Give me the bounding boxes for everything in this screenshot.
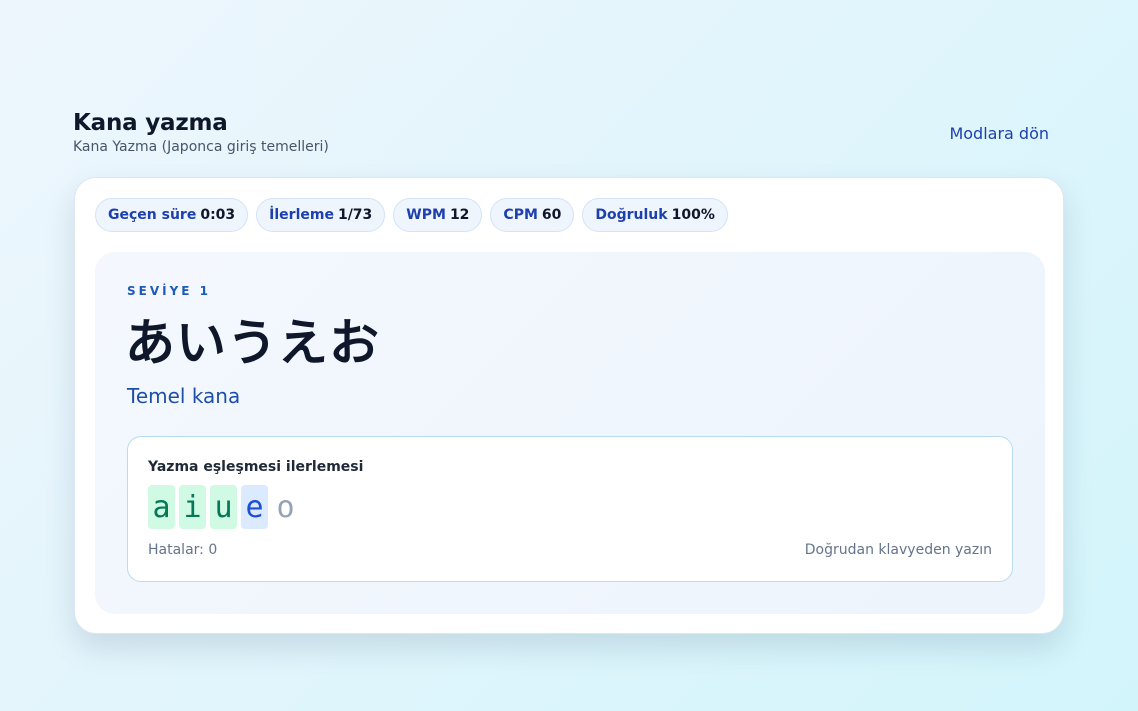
romaji-letter: u [210, 485, 237, 529]
stat-value: 0:03 [200, 207, 236, 223]
stat-progress: İlerleme 1/73 [256, 198, 386, 232]
kana-description: Temel kana [127, 384, 241, 408]
stat-cpm: CPM 60 [490, 198, 575, 232]
page-header: Kana yazma Kana Yazma (Japonca giriş tem… [73, 110, 1064, 162]
stat-label: İlerleme [269, 207, 334, 223]
stat-accuracy: Doğruluk 100% [582, 198, 728, 232]
stat-label: CPM [503, 207, 538, 223]
stat-value: 1/73 [337, 207, 373, 223]
page-title: Kana yazma [73, 110, 228, 136]
typing-progress-title: Yazma eşleşmesi ilerlemesi [148, 459, 364, 475]
page-subtitle: Kana Yazma (Japonca giriş temelleri) [73, 139, 329, 155]
stat-label: Geçen süre [108, 207, 197, 223]
romaji-letter-current: e [241, 485, 268, 529]
level-label: SEVİYE 1 [127, 284, 212, 298]
stat-wpm: WPM 12 [393, 198, 483, 232]
stat-label: WPM [406, 207, 446, 223]
romaji-letter: i [179, 485, 206, 529]
kana-prompt: あいうえお [125, 314, 380, 372]
typing-progress-box[interactable]: Yazma eşleşmesi ilerlemesi a i u e o Hat… [127, 436, 1013, 582]
error-count: Hatalar: 0 [148, 542, 218, 558]
typing-hint: Doğrudan klavyeden yazın [804, 542, 992, 558]
lesson-panel: SEVİYE 1 あいうえお Temel kana Yazma eşleşmes… [95, 252, 1045, 614]
romaji-letter: o [276, 489, 295, 525]
stat-value: 60 [541, 207, 562, 223]
stat-label: Doğruluk [595, 207, 668, 223]
romaji-letters: a i u e o [148, 485, 299, 529]
stats-bar: Geçen süre 0:03 İlerleme 1/73 WPM 12 CPM… [95, 198, 728, 232]
typing-card: Geçen süre 0:03 İlerleme 1/73 WPM 12 CPM… [74, 177, 1064, 634]
back-to-modes-link[interactable]: Modlara dön [949, 124, 1049, 143]
stat-value: 100% [671, 207, 715, 223]
stat-elapsed-time: Geçen süre 0:03 [95, 198, 249, 232]
stat-value: 12 [449, 207, 470, 223]
romaji-letter: a [148, 485, 175, 529]
